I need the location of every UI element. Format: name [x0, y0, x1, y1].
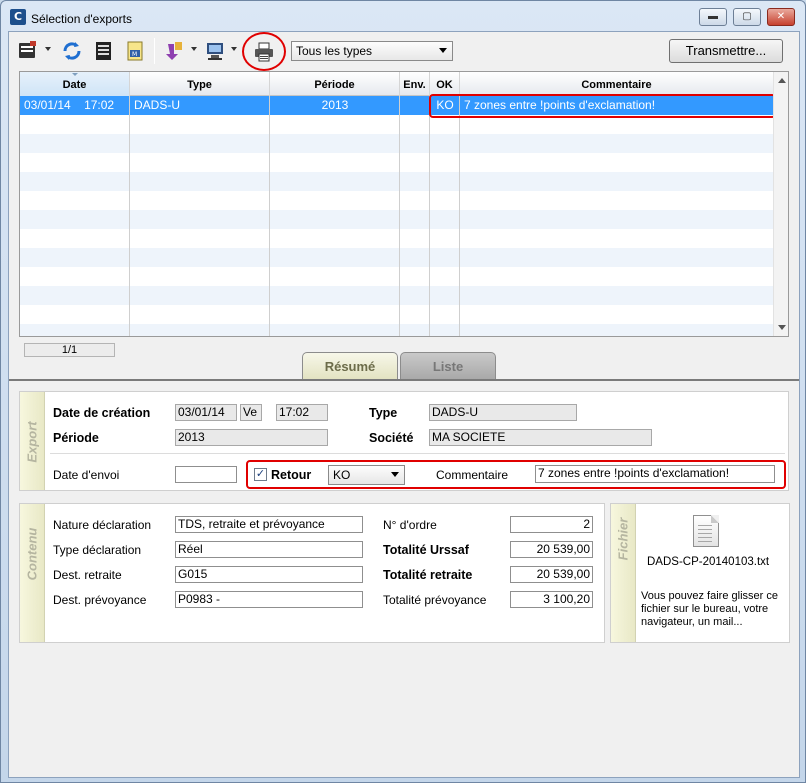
- weekday-field: Ve: [240, 404, 262, 421]
- empty-row: [20, 286, 773, 305]
- dest-prevoyance-label: Dest. prévoyance: [53, 593, 147, 607]
- export-list-dropdown-arrow[interactable]: [45, 47, 51, 51]
- computer-export-icon[interactable]: [204, 40, 226, 62]
- export-list-icon[interactable]: [17, 40, 39, 62]
- empty-row: [20, 305, 773, 324]
- drag-hint: Vous pouvez faire glisser ce fichier sur…: [641, 590, 778, 628]
- retraite-field: 20 539,00: [510, 566, 593, 583]
- page-indicator: 1/1: [24, 343, 115, 357]
- refresh-icon[interactable]: [61, 40, 83, 62]
- urssaf-label: Totalité Urssaf: [383, 543, 469, 557]
- empty-row: [20, 248, 773, 267]
- periode-field: 2013: [175, 429, 328, 446]
- close-button[interactable]: ✕: [767, 8, 795, 26]
- periode-label: Période: [53, 431, 99, 445]
- printer-annotation-circle: [242, 32, 286, 71]
- fichier-panel: Fichier DADS-CP-20140103.txt Vous pouvez…: [610, 503, 790, 643]
- app-icon: C: [10, 9, 26, 25]
- contenu-section-label: Contenu: [20, 504, 45, 642]
- empty-row: [20, 172, 773, 191]
- export-selection-window: C Sélection d'exports ▬ ▢ ✕ M Tous les t…: [0, 0, 806, 783]
- empty-row: [20, 191, 773, 210]
- svg-text:M: M: [132, 51, 137, 58]
- window-title: Sélection d'exports: [31, 12, 133, 26]
- empty-row: [20, 324, 773, 336]
- grid-header: Date Type Période Env. OK Commentaire: [20, 72, 773, 96]
- societe-label: Société: [369, 431, 414, 445]
- dest-prevoyance-field: P0983 -: [175, 591, 363, 608]
- column-divider: [459, 96, 460, 336]
- date-envoi-input[interactable]: [175, 466, 237, 483]
- computer-export-dropdown-arrow[interactable]: [231, 47, 237, 51]
- column-header-ok[interactable]: OK: [430, 72, 460, 96]
- prevoyance-field: 3 100,20: [510, 591, 593, 608]
- import-dropdown-arrow[interactable]: [191, 47, 197, 51]
- type-filter-select[interactable]: Tous les types: [291, 41, 453, 61]
- type-declaration-field: Réel: [175, 541, 363, 558]
- vertical-scrollbar[interactable]: [773, 72, 788, 336]
- column-header-date[interactable]: Date: [20, 72, 130, 96]
- contenu-panel: Contenu Nature déclaration TDS, retraite…: [19, 503, 605, 643]
- window-content: M Tous les types Transmettre... Date Typ…: [8, 31, 800, 778]
- tab-liste[interactable]: Liste: [400, 352, 496, 379]
- cell-type: DADS-U: [134, 98, 181, 112]
- transmit-button[interactable]: Transmettre...: [669, 39, 783, 63]
- column-divider: [129, 96, 130, 336]
- file-name[interactable]: DADS-CP-20140103.txt: [647, 556, 769, 568]
- column-divider: [429, 96, 430, 336]
- type-filter-value: Tous les types: [296, 44, 373, 58]
- scroll-up-icon[interactable]: [778, 78, 786, 83]
- type-field: DADS-U: [429, 404, 577, 421]
- column-divider: [399, 96, 400, 336]
- date-creation-field: 03/01/14: [175, 404, 237, 421]
- cell-env: [400, 96, 430, 115]
- comment-annotation-box: [429, 94, 776, 118]
- sort-indicator-icon: [71, 73, 78, 76]
- import-arrow-icon[interactable]: [163, 40, 185, 62]
- tab-resume[interactable]: Résumé: [302, 352, 398, 379]
- cell-date: 03/01/14 17:02: [24, 98, 115, 112]
- chevron-down-icon: [439, 48, 447, 53]
- dest-retraite-field: G015: [175, 566, 363, 583]
- divider: [50, 453, 785, 454]
- prevoyance-label: Totalité prévoyance: [383, 593, 487, 607]
- type-label: Type: [369, 406, 398, 420]
- minimize-button[interactable]: ▬: [699, 8, 727, 26]
- toolbar-separator: [154, 38, 155, 64]
- empty-row: [20, 134, 773, 153]
- dest-retraite-label: Dest. retraite: [53, 568, 122, 582]
- title-bar[interactable]: C Sélection d'exports ▬ ▢ ✕: [1, 1, 805, 33]
- type-declaration-label: Type déclaration: [53, 543, 142, 557]
- column-header-periode[interactable]: Période: [270, 72, 400, 96]
- empty-row: [20, 267, 773, 286]
- column-header-type[interactable]: Type: [130, 72, 270, 96]
- urssaf-field: 20 539,00: [510, 541, 593, 558]
- retraite-label: Totalité retraite: [383, 568, 473, 582]
- export-section-label: Export: [20, 392, 45, 490]
- column-header-commentaire[interactable]: Commentaire: [460, 72, 773, 96]
- column-divider: [269, 96, 270, 336]
- time-field: 17:02: [276, 404, 328, 421]
- empty-row: [20, 229, 773, 248]
- ordre-label: N° d'ordre: [383, 518, 437, 532]
- maximize-button[interactable]: ▢: [733, 8, 761, 26]
- date-envoi-label: Date d'envoi: [53, 468, 120, 482]
- retour-annotation-box: [246, 460, 786, 489]
- fichier-section-label: Fichier: [611, 504, 636, 642]
- column-header-env[interactable]: Env.: [400, 72, 430, 96]
- mail-document-icon[interactable]: M: [124, 40, 146, 62]
- cell-periode: 2013: [321, 98, 349, 112]
- nature-field: TDS, retraite et prévoyance: [175, 516, 363, 533]
- scroll-down-icon[interactable]: [778, 325, 786, 330]
- societe-field: MA SOCIETE: [429, 429, 652, 446]
- date-creation-label: Date de création: [53, 406, 151, 420]
- empty-row: [20, 210, 773, 229]
- document-list-icon[interactable]: [93, 40, 115, 62]
- tab-divider: [9, 379, 799, 381]
- empty-row: [20, 153, 773, 172]
- ordre-field: 2: [510, 516, 593, 533]
- exports-grid[interactable]: Date Type Période Env. OK Commentaire 03…: [19, 71, 789, 337]
- nature-label: Nature déclaration: [53, 518, 152, 532]
- text-file-icon[interactable]: [693, 515, 719, 547]
